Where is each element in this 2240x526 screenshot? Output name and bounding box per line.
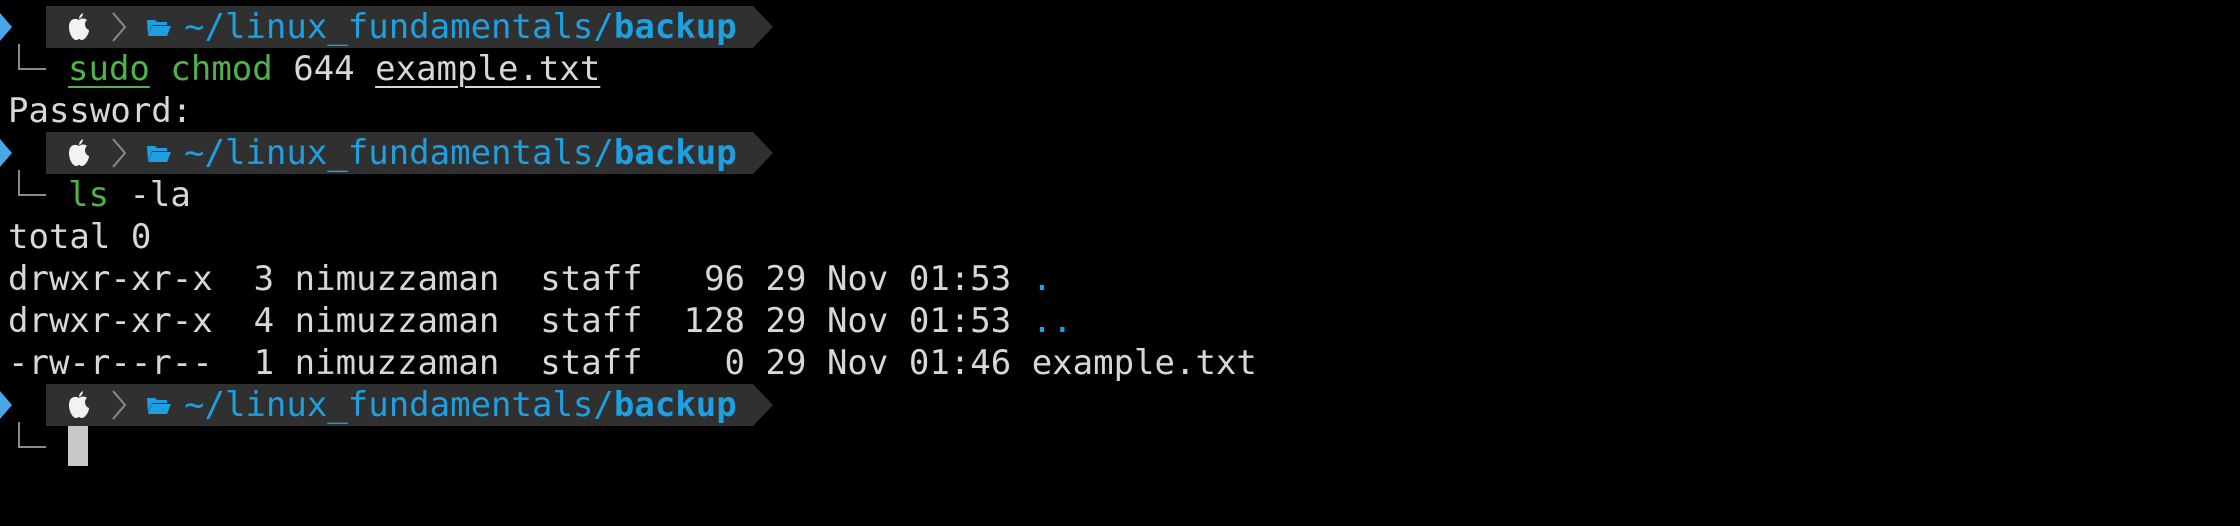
- chevron-right-icon: [104, 132, 134, 174]
- file-group: staff: [540, 343, 643, 383]
- listing-row: -rw-r--r-- 1 nimuzzaman staff 0 29 Nov 0…: [8, 342, 1257, 384]
- path-current-dir: backup: [613, 7, 737, 47]
- file-group: staff: [540, 259, 643, 299]
- prompt-tip: [753, 384, 773, 426]
- prompt-tip: [753, 132, 773, 174]
- file-group: staff: [540, 301, 643, 341]
- folder-open-icon: [144, 132, 174, 174]
- prompt-connector: [18, 170, 46, 196]
- command-arg: example.txt: [375, 49, 601, 89]
- prompt-segment: ~/linux_fundamentals/backup: [46, 384, 753, 426]
- prompt-segment: ~/linux_fundamentals/backup: [46, 132, 753, 174]
- prompt-connector: [18, 44, 46, 70]
- file-perms: drwxr-xr-x: [8, 259, 213, 299]
- path-prefix: ~/linux_fundamentals/: [184, 133, 614, 173]
- path-current-dir: backup: [613, 133, 737, 173]
- prompt-chevron-icon: [0, 391, 12, 419]
- file-name: ..: [1031, 301, 1073, 341]
- file-size: 128: [683, 301, 746, 341]
- prompt-chevron-icon: [0, 13, 12, 41]
- apple-icon: [60, 132, 98, 174]
- file-name: .: [1031, 259, 1053, 299]
- file-month: Nov: [826, 343, 889, 383]
- command-arg: 644: [293, 49, 355, 89]
- file-month: Nov: [826, 259, 889, 299]
- file-owner: nimuzzaman: [294, 343, 500, 383]
- file-perms: drwxr-xr-x: [8, 301, 213, 341]
- file-name: example.txt: [1031, 343, 1257, 383]
- prompt-connector: [18, 422, 46, 448]
- listing-total: total 0: [8, 217, 152, 257]
- file-day: 29: [765, 259, 807, 299]
- file-size: 96: [704, 259, 746, 299]
- file-owner: nimuzzaman: [294, 259, 500, 299]
- command-line: sudo chmod 644 example.txt: [68, 48, 600, 90]
- file-links: 1: [253, 343, 275, 383]
- apple-icon: [60, 6, 98, 48]
- file-time: 01:53: [908, 301, 1012, 341]
- chevron-right-icon: [104, 6, 134, 48]
- command-line: ls -la: [68, 174, 191, 216]
- command-name: ls: [68, 175, 109, 215]
- folder-open-icon: [144, 6, 174, 48]
- chevron-right-icon: [104, 384, 134, 426]
- prompt-chevron-icon: [0, 139, 12, 167]
- path-prefix: ~/linux_fundamentals/: [184, 7, 614, 47]
- file-perms: -rw-r--r--: [8, 343, 213, 383]
- command-name: sudo: [68, 49, 150, 89]
- command-arg: -la: [129, 175, 191, 215]
- prompt-bar: ~/linux_fundamentals/backup: [0, 132, 780, 174]
- prompt-bar: ~/linux_fundamentals/backup: [0, 384, 780, 426]
- file-time: 01:53: [908, 259, 1012, 299]
- text-cursor[interactable]: [68, 426, 88, 466]
- file-size: 0: [724, 343, 746, 383]
- prompt-bar: ~/linux_fundamentals/backup: [0, 6, 780, 48]
- file-month: Nov: [826, 301, 889, 341]
- file-day: 29: [765, 343, 807, 383]
- folder-open-icon: [144, 384, 174, 426]
- command-arg: chmod: [170, 49, 273, 89]
- path-prefix: ~/linux_fundamentals/: [184, 385, 614, 425]
- listing-row: drwxr-xr-x 4 nimuzzaman staff 128 29 Nov…: [8, 300, 1073, 342]
- file-links: 4: [253, 301, 275, 341]
- file-links: 3: [253, 259, 275, 299]
- apple-icon: [60, 384, 98, 426]
- path-current-dir: backup: [613, 385, 737, 425]
- prompt-tip: [753, 6, 773, 48]
- listing-row: drwxr-xr-x 3 nimuzzaman staff 96 29 Nov …: [8, 258, 1052, 300]
- file-time: 01:46: [908, 343, 1012, 383]
- prompt-segment: ~/linux_fundamentals/backup: [46, 6, 753, 48]
- file-owner: nimuzzaman: [294, 301, 500, 341]
- file-day: 29: [765, 301, 807, 341]
- terminal-window[interactable]: ~/linux_fundamentals/backup sudo chmod 6…: [0, 0, 2240, 526]
- password-prompt: Password:: [8, 91, 193, 131]
